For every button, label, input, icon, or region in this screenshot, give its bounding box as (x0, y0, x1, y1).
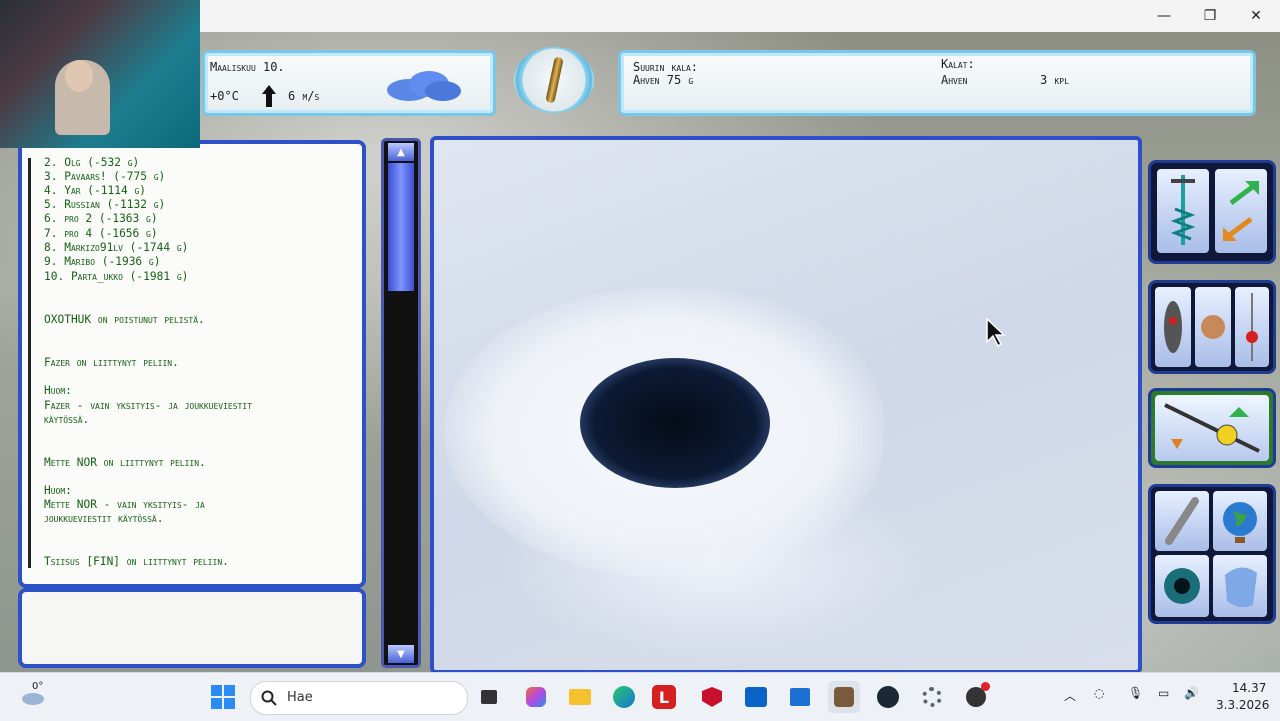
chat-line: joukkueviestit käytössä. (44, 512, 164, 525)
chat-line: 4. Yar (-1114 g) (44, 184, 147, 197)
lenovo-icon[interactable]: L (652, 685, 676, 709)
float-slot[interactable] (1235, 287, 1269, 367)
chat-line: 9. Maribo (-1936 g) (44, 255, 161, 268)
network-icon[interactable]: ◌ (1094, 686, 1104, 700)
edge-browser-icon[interactable] (608, 681, 640, 713)
ice-scoop-icon (1225, 567, 1257, 608)
chat-line: käytössä. (44, 413, 90, 426)
display-icon[interactable]: ▭ (1158, 686, 1169, 700)
microphone-icon[interactable]: 🎙 (1128, 686, 1143, 700)
scroll-up-button[interactable]: ▲ (388, 143, 414, 161)
chat-input[interactable] (18, 588, 366, 668)
chat-line: 10. Parta_ukko (-1981 g) (44, 270, 189, 283)
webcam-overlay (0, 0, 200, 148)
search-placeholder: Hae (287, 690, 313, 705)
knife-icon (1165, 497, 1199, 545)
eye-icon (1164, 568, 1200, 604)
compass-icon (514, 47, 594, 113)
search-icon (261, 690, 277, 706)
chat-line: Fazer - vain yksityis- ja joukkueviestit (44, 399, 253, 412)
compass-needle (545, 56, 564, 104)
mcafee-icon[interactable] (696, 681, 728, 713)
chat-line: OXOTHUK on poistunut pelistä. (44, 313, 205, 326)
chat-line: Mette NOR on liittynyt peliin. (44, 456, 206, 469)
fishing-rod-icon (1164, 403, 1260, 453)
minimize-button[interactable]: — (1141, 0, 1187, 32)
obs-icon[interactable] (960, 681, 992, 713)
lure-slot-1[interactable] (1155, 287, 1191, 367)
maximize-button[interactable]: ❐ (1187, 0, 1233, 32)
chat-line: Mette NOR - vain yksityis- ja (44, 498, 205, 511)
chat-line: 7. pro 4 (-1656 g) (44, 227, 158, 240)
auger-button[interactable] (1157, 169, 1209, 253)
chat-line: 3. Pavaars! (-775 g) (44, 170, 166, 183)
globe-icon (1223, 502, 1257, 543)
map-button[interactable] (1213, 491, 1267, 551)
arrows-icon (1223, 181, 1259, 241)
catch-count: 3 kpl (1040, 73, 1069, 87)
mouse-cursor-icon (986, 318, 1006, 348)
chat-log[interactable]: 2. Olg (-532 g) 3. Pavaars! (-775 g) 4. … (18, 140, 366, 588)
taskbar-weather-temp: 0° (32, 681, 44, 692)
file-explorer-icon[interactable] (564, 681, 596, 713)
windows-start-icon[interactable] (211, 685, 235, 709)
weather-temp: +0°C (210, 89, 239, 103)
wind-arrow-icon (262, 85, 276, 107)
chat-scroll-line (28, 158, 31, 568)
float-icon (1246, 293, 1258, 361)
largest-fish-label: Suurin kala: (633, 60, 699, 74)
tool-panel-rod (1148, 388, 1276, 468)
close-button[interactable]: ✕ (1233, 0, 1279, 32)
lure-icon (1164, 301, 1182, 353)
weather-wind: 6 m/s (288, 89, 320, 103)
outlook-icon[interactable] (740, 681, 772, 713)
chat-line: 5. Russian (-1132 g) (44, 198, 166, 211)
chat-line: 6. pro 2 (-1363 g) (44, 212, 158, 225)
catch-species: Ahven (941, 73, 968, 87)
task-view-icon[interactable] (473, 681, 505, 713)
speaker-icon[interactable]: 🔊 (1184, 686, 1199, 700)
bait-slot[interactable] (1195, 287, 1231, 367)
chat-line: 2. Olg (-532 g) (44, 156, 140, 169)
fishing-rod-button[interactable] (1155, 395, 1269, 461)
streamer-head (65, 60, 93, 92)
move-button[interactable] (1215, 169, 1267, 253)
chat-line: 8. Markizo91lv (-1744 g) (44, 241, 189, 254)
copilot-icon[interactable] (520, 681, 552, 713)
tool-panel-misc (1148, 484, 1276, 624)
settings-gear-icon[interactable] (916, 681, 948, 713)
ice-auger-icon (1170, 175, 1196, 245)
scroll-down-button[interactable]: ▼ (388, 645, 414, 663)
knife-button[interactable] (1155, 491, 1209, 551)
ice-hole[interactable] (580, 358, 770, 488)
chat-line: Fazer on liittynyt peliin. (44, 356, 179, 369)
store-icon[interactable] (784, 681, 816, 713)
catch-label: Kalat: (941, 57, 975, 71)
largest-fish-value: Ahven 75 g (633, 73, 694, 87)
view-button[interactable] (1155, 555, 1209, 617)
chat-scrollbar[interactable]: ▲ ▼ (381, 138, 421, 668)
tool-panel-auger (1148, 160, 1276, 264)
tool-panel-lures (1148, 280, 1276, 374)
ice-field[interactable] (430, 136, 1142, 674)
scroll-thumb[interactable] (388, 163, 414, 291)
fish-info-panel (618, 50, 1256, 116)
steam-icon[interactable] (872, 681, 904, 713)
bait-icon (1201, 315, 1225, 339)
cloud-icon (387, 71, 461, 101)
chat-line: Huom: (44, 384, 72, 397)
clock-date[interactable]: 3.3.2026 (1216, 698, 1269, 712)
chat-line: Huom: (44, 484, 72, 497)
fishing-game-icon[interactable] (828, 681, 860, 713)
clock-time[interactable]: 14.37 (1232, 681, 1266, 695)
search-box[interactable]: Hae (250, 681, 468, 715)
chat-line: Tsiisus [FIN] on liittynyt peliin. (44, 555, 229, 568)
weather-date: Maaliskuu 10. (210, 60, 285, 74)
taskbar: 0° Hae L ︿ ◌ 🎙 ▭ 🔊 14.37 3.3.2026 (0, 672, 1280, 721)
ice-scoop-button[interactable] (1213, 555, 1267, 617)
chevron-up-icon[interactable]: ︿ (1064, 687, 1076, 704)
